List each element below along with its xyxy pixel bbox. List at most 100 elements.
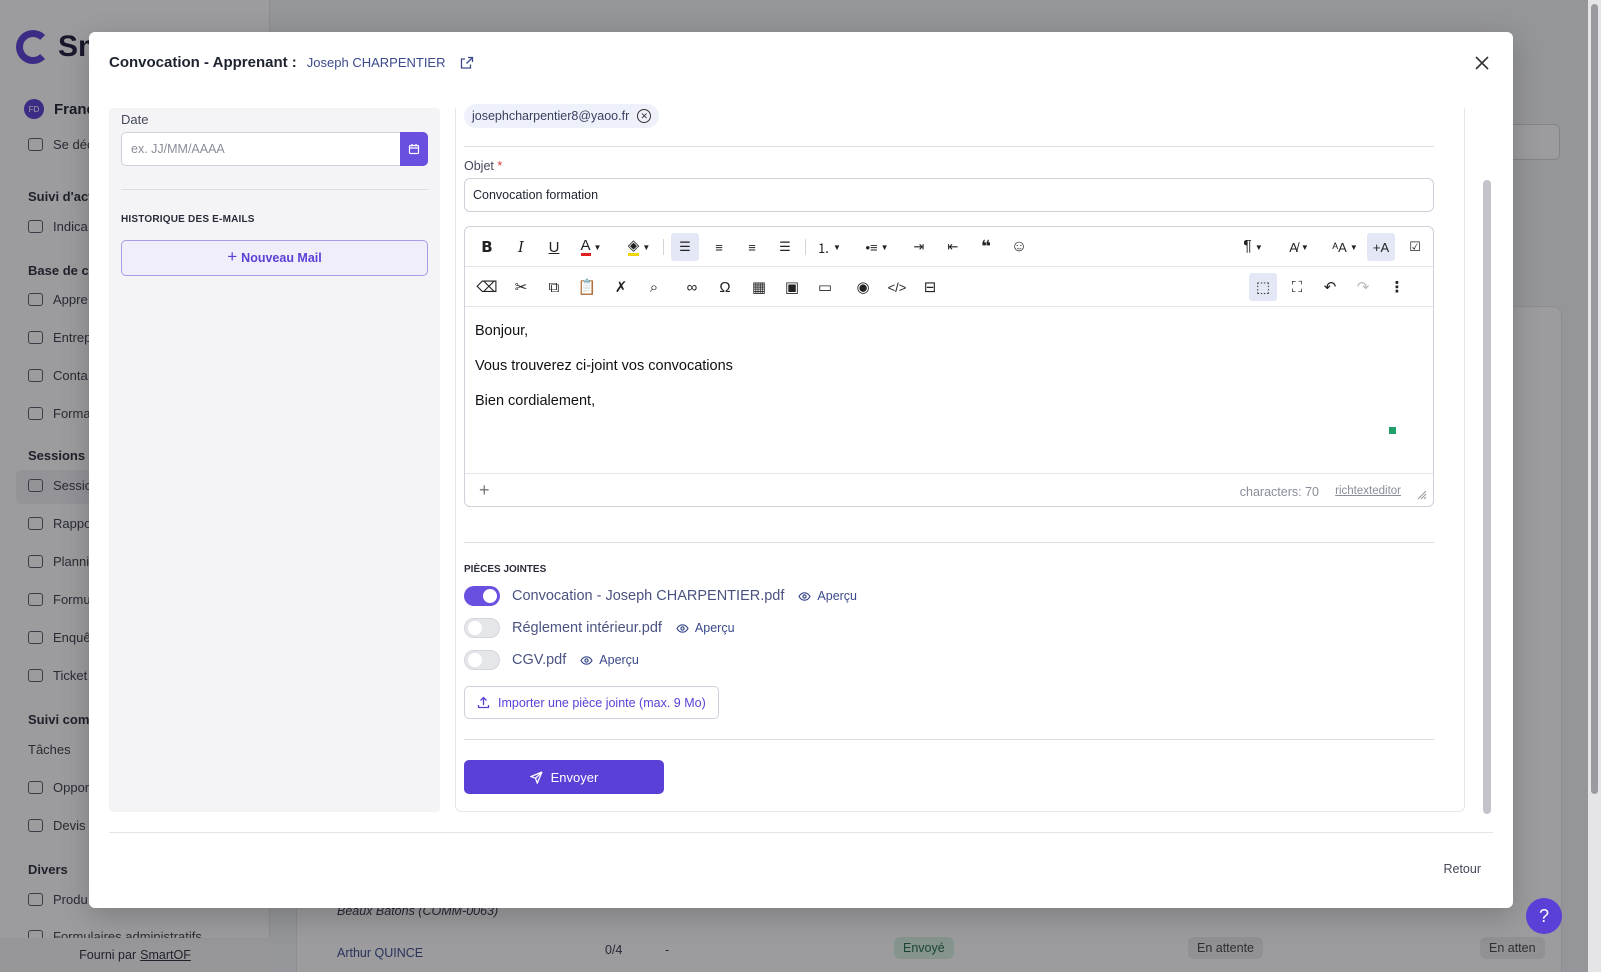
- copy-icon[interactable]: ⧉: [540, 273, 568, 301]
- toggle-knob: [483, 589, 497, 603]
- ordered-list-icon[interactable]: ⒈ ▼: [811, 233, 847, 261]
- editor-toolbar-row-2: ⌫ ✂ ⧉ 📋 ✗ ⌕ ∞ Ω ▦ ▣ ▭ ◉ </> ⊟ ⬚ ⛶ ↶ ↷ ⋮: [465, 267, 1433, 307]
- attachment-row: Réglement intérieur.pdf Aperçu: [464, 617, 735, 639]
- modal-header: Convocation - Apprenant : Joseph CHARPEN…: [109, 54, 474, 71]
- recipient-email: josephcharpentier8@yaoo.fr: [472, 109, 630, 123]
- paragraph-icon[interactable]: ¶ ▼: [1235, 233, 1271, 261]
- resize-handle-icon[interactable]: [1417, 488, 1427, 500]
- recipient-chip: josephcharpentier8@yaoo.fr ✕: [464, 104, 660, 128]
- divider: [121, 189, 428, 190]
- external-link-icon[interactable]: [460, 56, 474, 70]
- eye-icon: [676, 623, 689, 633]
- date-input[interactable]: [121, 132, 400, 166]
- editor-paragraph[interactable]: Bonjour,: [475, 323, 1415, 339]
- preview-link[interactable]: Aperçu: [580, 653, 639, 667]
- toggle-knob: [468, 621, 482, 635]
- learner-link[interactable]: Joseph CHARPENTIER: [307, 55, 446, 70]
- emoji-icon[interactable]: ☺: [1005, 233, 1033, 261]
- attachment-row: Convocation - Joseph CHARPENTIER.pdf Ape…: [464, 585, 857, 607]
- remove-recipient-icon[interactable]: ✕: [637, 109, 652, 123]
- new-mail-button[interactable]: + Nouveau Mail: [121, 240, 428, 276]
- select-all-icon[interactable]: ⬚: [1249, 273, 1277, 301]
- separator: [663, 239, 664, 255]
- editor-brand-link[interactable]: richtexteditor: [1335, 485, 1401, 497]
- separator: [805, 239, 806, 255]
- clear-format-icon[interactable]: ✗: [607, 273, 635, 301]
- page-scrollbar-thumb[interactable]: [1591, 4, 1598, 794]
- eye-icon: [580, 655, 593, 665]
- unordered-list-icon[interactable]: •≡ ▼: [859, 233, 895, 261]
- date-label: Date: [121, 112, 149, 127]
- video-icon[interactable]: ▭: [811, 273, 839, 301]
- blockquote-icon[interactable]: ❝: [972, 233, 1000, 261]
- attachments-title: PIÈCES JOINTES: [464, 564, 547, 575]
- preview-icon[interactable]: ◉: [849, 273, 877, 301]
- editor-paragraph[interactable]: Vous trouverez ci-joint vos convocations: [475, 358, 1415, 374]
- modal-title: Convocation - Apprenant :: [109, 54, 297, 71]
- indent-icon[interactable]: ⇥: [905, 233, 933, 261]
- attachment-row: CGV.pdf Aperçu: [464, 649, 639, 671]
- checklist-icon[interactable]: ☑: [1401, 233, 1429, 261]
- outdent-icon[interactable]: ⇤: [939, 233, 967, 261]
- add-block-icon[interactable]: +: [479, 480, 490, 501]
- calendar-icon: [408, 144, 420, 155]
- attachment-name: Convocation - Joseph CHARPENTIER.pdf: [512, 588, 785, 604]
- image-icon[interactable]: ▣: [778, 273, 806, 301]
- required-marker: *: [497, 159, 503, 173]
- highlight-color-icon[interactable]: ◈ ▼: [621, 233, 657, 261]
- attachment-name: CGV.pdf: [512, 652, 567, 668]
- more-options-icon[interactable]: ⋮: [1383, 273, 1411, 301]
- align-justify-icon[interactable]: ☰: [771, 233, 799, 261]
- attachment-name: Réglement intérieur.pdf: [512, 620, 662, 636]
- redo-icon[interactable]: ↷: [1349, 273, 1377, 301]
- rich-text-editor: B I U A ▼ ◈ ▼ ☰ ≡ ≡ ☰ ⒈ ▼ •≡ ▼ ⇥ ⇤ ❝ ☺ ¶ ▼ A̸…: [464, 226, 1434, 507]
- fullscreen-icon[interactable]: ⛶: [1283, 273, 1311, 301]
- code-icon[interactable]: </>: [883, 273, 911, 301]
- italic-icon[interactable]: I: [507, 233, 535, 261]
- preview-link[interactable]: Aperçu: [798, 589, 857, 603]
- divider: [464, 739, 1434, 740]
- divider: [464, 146, 1434, 147]
- attachment-toggle[interactable]: [464, 618, 500, 638]
- search-icon[interactable]: ⌕: [640, 273, 668, 301]
- upload-icon: [477, 696, 490, 709]
- eraser-icon[interactable]: ⌫: [473, 273, 501, 301]
- convocation-modal: Convocation - Apprenant : Joseph CHARPEN…: [89, 32, 1513, 908]
- email-history-title: HISTORIQUE DES E-MAILS: [121, 214, 255, 225]
- table-icon[interactable]: ▦: [745, 273, 773, 301]
- attachment-toggle[interactable]: [464, 650, 500, 670]
- close-icon[interactable]: [1473, 54, 1491, 72]
- undo-icon[interactable]: ↶: [1316, 273, 1344, 301]
- email-composer: josephcharpentier8@yaoo.fr ✕ Objet * B I…: [455, 104, 1465, 812]
- attachment-toggle[interactable]: [464, 586, 500, 606]
- modal-scrollbar-thumb[interactable]: [1483, 180, 1491, 814]
- subject-input[interactable]: [464, 178, 1434, 212]
- toggle-knob: [468, 653, 482, 667]
- preview-link[interactable]: Aperçu: [676, 621, 735, 635]
- bold-icon[interactable]: B: [473, 233, 501, 261]
- send-button[interactable]: Envoyer: [464, 760, 664, 794]
- text-style-icon[interactable]: +A: [1367, 233, 1395, 261]
- editor-content[interactable]: Bonjour, Vous trouverez ci-joint vos con…: [475, 323, 1415, 428]
- link-icon[interactable]: ∞: [678, 273, 706, 301]
- align-right-icon[interactable]: ≡: [738, 233, 766, 261]
- text-color-icon[interactable]: A ▼: [573, 233, 609, 261]
- page-scrollbar[interactable]: [1588, 0, 1601, 972]
- divider: [464, 542, 1434, 543]
- calendar-button[interactable]: [400, 132, 428, 166]
- character-count: characters: 70: [1239, 485, 1319, 499]
- paste-icon[interactable]: 📋: [573, 273, 601, 301]
- help-button[interactable]: ?: [1526, 898, 1562, 934]
- cut-icon[interactable]: ✂: [507, 273, 535, 301]
- font-family-icon[interactable]: ᴬA ▼: [1327, 233, 1363, 261]
- page-break-icon[interactable]: ⊟: [916, 273, 944, 301]
- modal-scrollbar[interactable]: [1481, 108, 1493, 818]
- back-button[interactable]: Retour: [1443, 862, 1481, 876]
- editor-paragraph[interactable]: Bien cordialement,: [475, 393, 1415, 409]
- align-center-icon[interactable]: ≡: [705, 233, 733, 261]
- align-left-icon[interactable]: ☰: [671, 233, 699, 261]
- special-char-icon[interactable]: Ω: [711, 273, 739, 301]
- font-size-icon[interactable]: A̸ ▼: [1281, 233, 1317, 261]
- underline-icon[interactable]: U: [540, 233, 568, 261]
- import-attachment-button[interactable]: Importer une pièce jointe (max. 9 Mo): [464, 686, 719, 719]
